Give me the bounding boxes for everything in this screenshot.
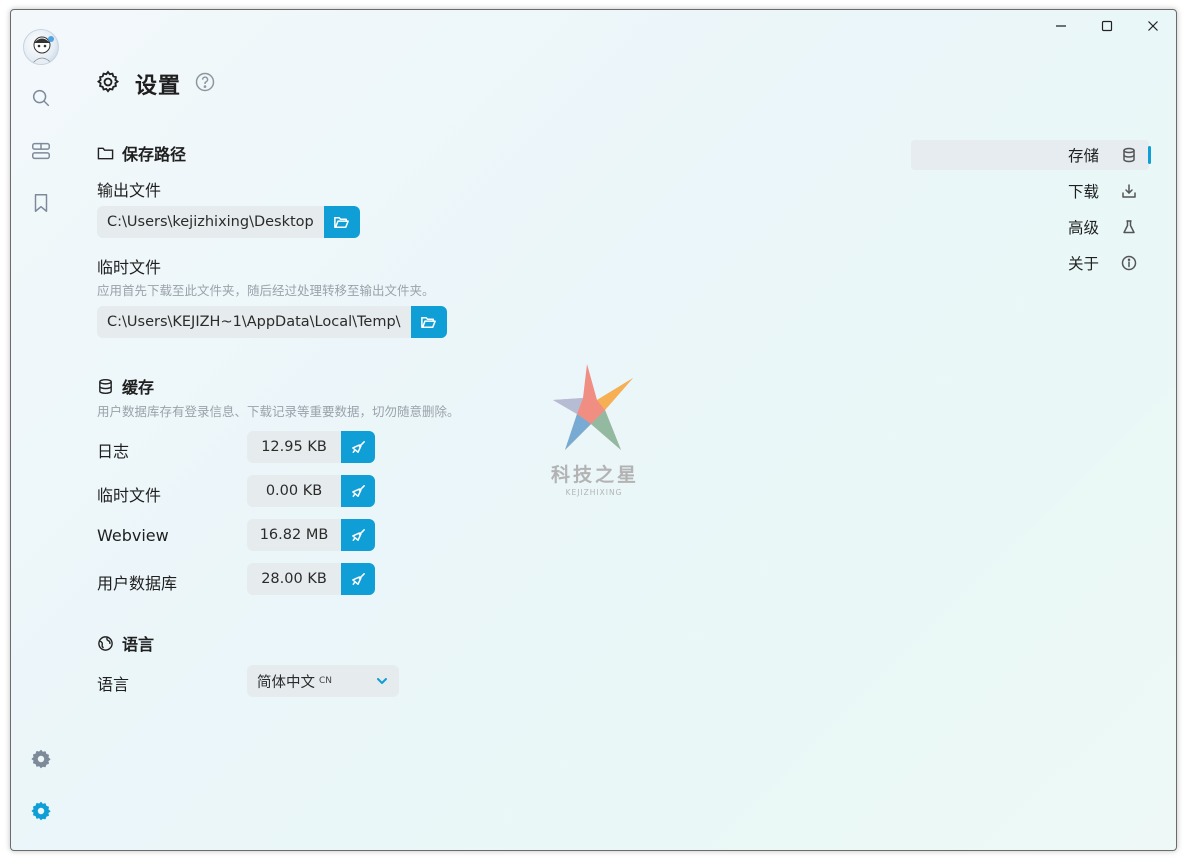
cache-item-size-field: 0.00 KB <box>247 475 375 507</box>
section-nav-item-label: 高级 <box>1067 219 1099 237</box>
section-nav-item-label: 存储 <box>1067 147 1099 165</box>
window-controls <box>1038 10 1176 42</box>
watermark-subtitle: KEJIZHIXING <box>565 488 623 497</box>
clear-cache-button[interactable] <box>341 519 375 551</box>
section-cache-title: 缓存 <box>122 378 155 397</box>
avatar-image <box>31 36 54 64</box>
broom-icon <box>351 440 365 453</box>
output-file-label: 输出文件 <box>97 181 162 200</box>
active-indicator <box>1148 146 1151 164</box>
folder-open-icon <box>421 316 436 328</box>
maximize-button[interactable] <box>1084 10 1130 42</box>
cache-item-size: 0.00 KB <box>247 475 341 507</box>
cache-item-label: Webview <box>97 526 169 545</box>
sidebar <box>11 10 71 850</box>
cache-item-label: 用户数据库 <box>97 574 178 593</box>
section-nav-item-download[interactable]: 下载 <box>911 176 1149 206</box>
flask-icon <box>1123 220 1135 234</box>
section-nav-item-about[interactable]: 关于 <box>911 248 1149 278</box>
cache-item-size: 16.82 MB <box>247 519 341 551</box>
temp-folder-button[interactable] <box>410 306 447 338</box>
layers-icon <box>32 142 50 160</box>
language-selected: 简体中文 <box>257 674 315 691</box>
output-folder-button[interactable] <box>323 206 360 238</box>
language-select[interactable]: 简体中文 CN <box>247 665 399 697</box>
output-path-input[interactable]: C:\Users\kejizhixing\Desktop <box>97 206 324 238</box>
language-label: 语言 <box>97 675 130 694</box>
section-save-path-title: 保存路径 <box>122 145 187 164</box>
layers-nav-button[interactable] <box>29 139 53 163</box>
cache-item-size-field: 12.95 KB <box>247 431 375 463</box>
app-window: 设置 保存路径 输出文件 C:\Users\kejizhixing\Deskto… <box>10 9 1177 851</box>
bookmark-nav-button[interactable] <box>29 191 53 215</box>
cache-item-size-field: 16.82 MB <box>247 519 375 551</box>
broom-icon <box>351 572 365 585</box>
chevron-down-icon <box>375 674 389 692</box>
section-nav-item-storage[interactable]: 存储 <box>911 140 1151 170</box>
cache-hint: 用户数据库存有登录信息、下载记录等重要数据，切勿随意删除。 <box>97 404 460 419</box>
temp-path-input[interactable]: C:\Users\KEJIZH~1\AppData\Local\Temp\ <box>97 306 411 338</box>
close-button[interactable] <box>1130 10 1176 42</box>
minimize-icon <box>1056 25 1066 27</box>
language-code: CN <box>319 676 333 686</box>
download-icon <box>1122 184 1136 198</box>
output-path-field: C:\Users\kejizhixing\Desktop <box>97 206 360 238</box>
database-icon <box>99 378 112 394</box>
broom-icon <box>351 528 365 541</box>
folder-icon <box>97 147 114 159</box>
settings-gear-icon <box>31 801 51 821</box>
database-icon <box>1123 147 1135 163</box>
section-language-title: 语言 <box>122 635 155 654</box>
section-cache: 缓存 <box>97 374 154 398</box>
broom-icon <box>351 484 365 497</box>
watermark-title: 科技之星 <box>550 464 639 486</box>
temp-path-field: C:\Users\KEJIZH~1\AppData\Local\Temp\ <box>97 306 447 338</box>
theme-nav-button[interactable] <box>29 747 53 771</box>
maximize-icon <box>1101 20 1113 32</box>
avatar[interactable] <box>23 29 59 65</box>
temp-file-label: 临时文件 <box>97 258 162 277</box>
cache-item-label: 日志 <box>97 442 130 461</box>
settings-icon <box>95 69 121 99</box>
clear-cache-button[interactable] <box>341 563 375 595</box>
cache-item-size-field: 28.00 KB <box>247 563 375 595</box>
watermark-logo: 科技之星 KEJIZHIXING <box>539 364 649 504</box>
search-nav-button[interactable] <box>29 86 53 110</box>
temp-file-hint: 应用首先下载至此文件夹，随后经过处理转移至输出文件夹。 <box>97 283 435 298</box>
globe-icon <box>98 635 113 651</box>
cache-item-size: 28.00 KB <box>247 563 341 595</box>
close-icon <box>1148 21 1158 31</box>
star-logo-icon <box>553 364 633 450</box>
info-icon <box>1121 255 1137 271</box>
settings-nav-button[interactable] <box>29 799 53 823</box>
folder-open-icon <box>334 216 350 228</box>
cache-item-size: 12.95 KB <box>247 431 341 463</box>
section-language: 语言 <box>97 631 154 655</box>
help-icon[interactable] <box>195 72 215 96</box>
page-title: 设置 <box>135 74 182 99</box>
section-nav-item-advanced[interactable]: 高级 <box>911 212 1149 242</box>
search-icon <box>32 89 50 107</box>
clear-cache-button[interactable] <box>341 475 375 507</box>
page-header: 设置 <box>95 68 215 100</box>
theme-gear-icon <box>31 749 51 769</box>
section-save-path: 保存路径 <box>97 141 186 165</box>
section-nav-item-label: 下载 <box>1067 183 1099 201</box>
section-nav-item-label: 关于 <box>1067 255 1099 273</box>
clear-cache-button[interactable] <box>341 431 375 463</box>
cache-item-label: 临时文件 <box>97 486 162 505</box>
minimize-button[interactable] <box>1038 10 1084 42</box>
bookmark-icon <box>34 194 48 212</box>
